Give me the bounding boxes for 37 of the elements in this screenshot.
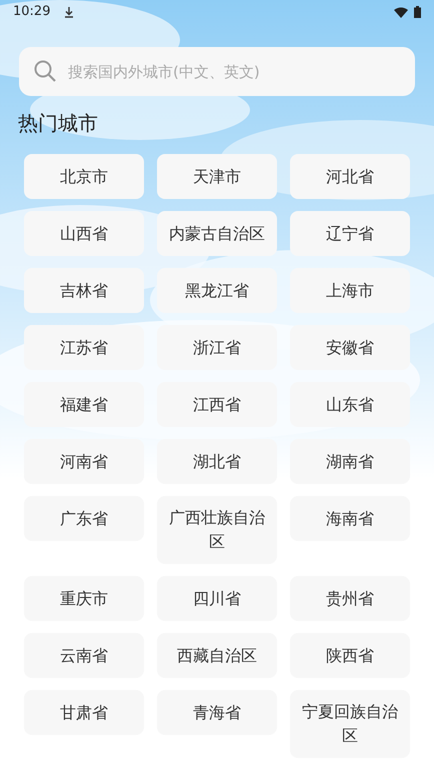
city-button[interactable]: 天津市 <box>157 154 277 199</box>
city-button[interactable]: 云南省 <box>24 633 144 678</box>
city-button[interactable]: 吉林省 <box>24 268 144 313</box>
city-button[interactable]: 甘肃省 <box>24 690 144 735</box>
city-button[interactable]: 广东省 <box>24 496 144 541</box>
city-button[interactable]: 辽宁省 <box>290 211 410 256</box>
city-button[interactable]: 山东省 <box>290 382 410 427</box>
city-button[interactable]: 河北省 <box>290 154 410 199</box>
search-field[interactable]: 搜索国内外城市(中文、英文) <box>19 47 415 96</box>
city-button[interactable]: 福建省 <box>24 382 144 427</box>
battery-icon <box>414 6 421 18</box>
city-button[interactable]: 青海省 <box>157 690 277 735</box>
status-time: 10:29 <box>13 3 50 22</box>
city-button[interactable]: 西藏自治区 <box>157 633 277 678</box>
city-button[interactable]: 四川省 <box>157 576 277 621</box>
city-button[interactable]: 重庆市 <box>24 576 144 621</box>
section-title: 热门城市 <box>18 110 99 137</box>
search-icon <box>34 60 56 82</box>
city-button[interactable]: 上海市 <box>290 268 410 313</box>
city-button[interactable]: 河南省 <box>24 439 144 484</box>
download-icon <box>64 6 74 18</box>
city-button[interactable]: 内蒙古自治区 <box>157 211 277 256</box>
city-button[interactable]: 宁夏回族自治区 <box>290 690 410 758</box>
city-button[interactable]: 广西壮族自治区 <box>157 496 277 564</box>
city-button[interactable]: 陕西省 <box>290 633 410 678</box>
city-button[interactable]: 贵州省 <box>290 576 410 621</box>
city-button[interactable]: 江西省 <box>157 382 277 427</box>
city-button[interactable]: 江苏省 <box>24 325 144 370</box>
city-button[interactable]: 安徽省 <box>290 325 410 370</box>
city-button[interactable]: 湖北省 <box>157 439 277 484</box>
city-button[interactable]: 北京市 <box>24 154 144 199</box>
city-button[interactable]: 湖南省 <box>290 439 410 484</box>
city-button[interactable]: 山西省 <box>24 211 144 256</box>
wifi-icon <box>394 6 408 18</box>
city-button[interactable]: 浙江省 <box>157 325 277 370</box>
city-button[interactable]: 黑龙江省 <box>157 268 277 313</box>
city-button[interactable]: 海南省 <box>290 496 410 541</box>
